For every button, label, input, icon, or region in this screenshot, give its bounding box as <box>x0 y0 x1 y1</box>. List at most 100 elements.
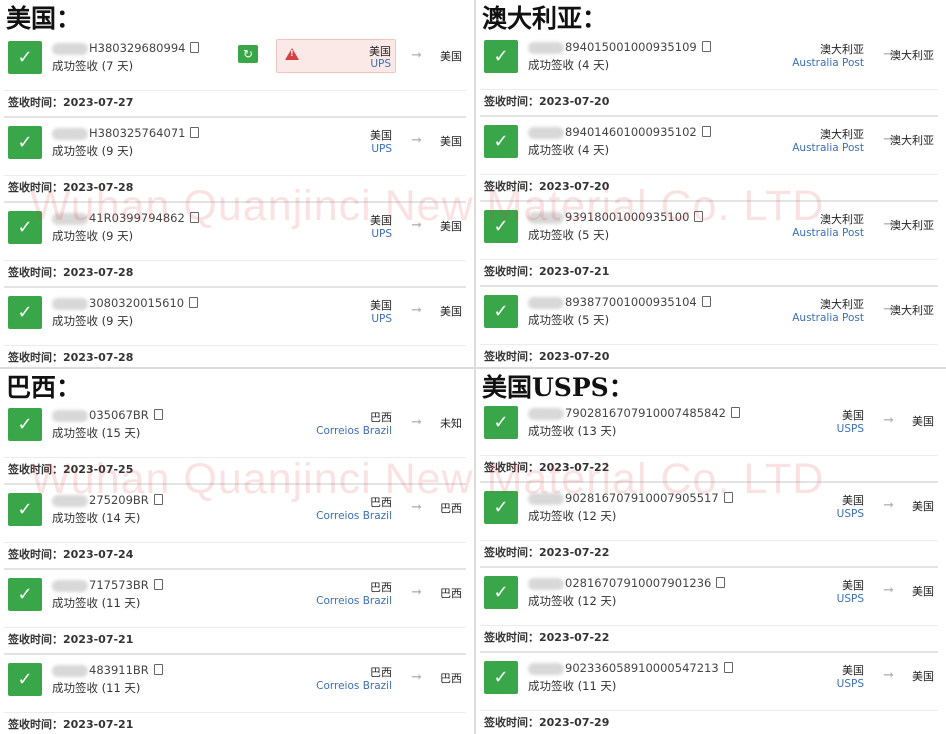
shipment-card[interactable]: ✓ 894014601000935102 成功签收 (4 天) 澳大利亚 Aus… <box>480 121 938 202</box>
carrier-link[interactable]: USPS <box>837 508 864 520</box>
shipment-card[interactable]: ✓ 902816707910007905517 成功签收 (12 天) 美国 U… <box>480 487 938 568</box>
card-divider <box>4 627 466 628</box>
destination-country: 美国 <box>440 50 462 63</box>
shipment-card[interactable]: ✓ 7902816707910007485842 成功签收 (13 天) 美国 … <box>480 402 938 483</box>
carrier-link[interactable]: UPS <box>371 143 392 155</box>
date-label: 签收时间： <box>484 716 539 729</box>
check-icon: ✓ <box>8 126 42 159</box>
delivery-date: 签收时间：2023-07-20 <box>484 178 609 194</box>
copy-icon[interactable] <box>723 662 733 673</box>
redacted-prefix <box>528 662 564 675</box>
copy-icon[interactable] <box>153 664 163 675</box>
carrier-link[interactable]: Australia Post <box>792 312 864 324</box>
carrier-link[interactable]: Correios Brazil <box>316 510 392 522</box>
copy-icon[interactable] <box>189 297 199 308</box>
origin-country: 澳大利亚 <box>820 128 864 141</box>
shipment-card[interactable]: ✓ H380329680994 成功签收 (7 天) ↻ ! 美国 UPS ➞ … <box>4 37 466 118</box>
copy-icon[interactable] <box>153 494 163 505</box>
copy-icon[interactable] <box>190 42 200 53</box>
carrier-link[interactable]: UPS <box>370 58 391 70</box>
carrier-link[interactable]: UPS <box>371 228 392 240</box>
carrier-link[interactable]: Australia Post <box>792 142 864 154</box>
redacted-prefix <box>52 664 88 677</box>
copy-icon[interactable] <box>694 211 704 222</box>
shipment-card[interactable]: ✓ 02816707910007901236 成功签收 (12 天) 美国 US… <box>480 572 938 653</box>
shipment-card[interactable]: ✓ 3080320015610 成功签收 (9 天) 美国 UPS ➞ 美国 签… <box>4 292 466 367</box>
check-icon: ✓ <box>8 296 42 329</box>
card-divider <box>4 542 466 543</box>
date-label: 签收时间： <box>8 548 63 561</box>
date-label: 签收时间： <box>484 546 539 559</box>
tracking-number: 902816707910007905517 <box>528 491 733 505</box>
tracking-number-text: 902336058910000547213 <box>565 661 719 675</box>
tracking-number-text: 035067BR <box>89 408 149 422</box>
copy-icon[interactable] <box>730 407 740 418</box>
shipment-card[interactable]: ✓ 893877001000935104 成功签收 (5 天) 澳大利亚 Aus… <box>480 291 938 367</box>
delivery-date: 签收时间：2023-07-20 <box>484 93 609 109</box>
destination-country: 澳大利亚 <box>890 49 934 62</box>
shipment-list: ✓ H380329680994 成功签收 (7 天) ↻ ! 美国 UPS ➞ … <box>4 37 466 367</box>
delivery-status: 成功签收 (12 天) <box>528 509 617 523</box>
tracking-number-text: 894015001000935109 <box>565 40 697 54</box>
copy-icon[interactable] <box>189 212 199 223</box>
copy-icon[interactable] <box>153 579 163 590</box>
card-divider <box>480 89 938 90</box>
copy-icon[interactable] <box>153 409 163 420</box>
carrier-link[interactable]: Correios Brazil <box>316 595 392 607</box>
carrier-link[interactable]: USPS <box>837 423 864 435</box>
date-label: 签收时间： <box>8 96 63 109</box>
redacted-prefix <box>528 577 564 590</box>
redacted-prefix <box>52 579 88 592</box>
card-divider <box>480 174 938 175</box>
shipment-card[interactable]: ✓ 93918001000935100 成功签收 (5 天) 澳大利亚 Aust… <box>480 206 938 287</box>
redacted-prefix <box>528 41 564 54</box>
copy-icon[interactable] <box>723 492 733 503</box>
destination-country: 巴西 <box>440 587 462 600</box>
arrow-right-icon: ➞ <box>883 413 894 428</box>
check-icon: ✓ <box>8 578 42 611</box>
copy-icon[interactable] <box>190 127 200 138</box>
card-divider <box>480 625 938 626</box>
card-divider <box>4 260 466 261</box>
shipment-card[interactable]: ✓ 894015001000935109 成功签收 (4 天) 澳大利亚 Aus… <box>480 36 938 117</box>
shipment-card[interactable]: ✓ 717573BR 成功签收 (11 天) 巴西 Correios Brazi… <box>4 574 466 655</box>
arrow-right-icon: ➞ <box>411 133 422 148</box>
destination-country: 美国 <box>440 305 462 318</box>
delivery-status: 成功签收 (9 天) <box>52 144 134 158</box>
date-value: 2023-07-21 <box>63 718 134 731</box>
shipment-list: ✓ 035067BR 成功签收 (15 天) 巴西 Correios Brazi… <box>4 404 466 734</box>
card-divider <box>4 457 466 458</box>
shipment-card[interactable]: ✓ H380325764071 成功签收 (9 天) 美国 UPS ➞ 美国 签… <box>4 122 466 203</box>
tracking-number-text: 7902816707910007485842 <box>565 406 726 420</box>
destination-country: 美国 <box>440 135 462 148</box>
carrier-link[interactable]: Correios Brazil <box>316 680 392 692</box>
copy-icon[interactable] <box>701 296 711 307</box>
carrier-link[interactable]: Correios Brazil <box>316 425 392 437</box>
carrier-link[interactable]: Australia Post <box>792 227 864 239</box>
date-value: 2023-07-20 <box>539 95 610 108</box>
sync-icon[interactable]: ↻ <box>238 45 258 63</box>
section-heading: 巴西： <box>6 373 82 402</box>
card-divider <box>4 90 466 91</box>
date-label: 签收时间： <box>484 265 539 278</box>
shipment-list: ✓ 894015001000935109 成功签收 (4 天) 澳大利亚 Aus… <box>480 36 938 367</box>
redacted-prefix <box>528 211 564 224</box>
carrier-link[interactable]: Australia Post <box>792 57 864 69</box>
shipment-card[interactable]: ✓ 035067BR 成功签收 (15 天) 巴西 Correios Brazi… <box>4 404 466 485</box>
tracking-number-text: 02816707910007901236 <box>565 576 712 590</box>
tracking-number-text: H380325764071 <box>89 126 186 140</box>
shipment-card[interactable]: ✓ 41R0399794862 成功签收 (9 天) 美国 UPS ➞ 美国 签… <box>4 207 466 288</box>
tracking-number-text: 93918001000935100 <box>565 210 690 224</box>
redacted-prefix <box>528 407 564 420</box>
shipment-card[interactable]: ✓ 483911BR 成功签收 (11 天) 巴西 Correios Brazi… <box>4 659 466 734</box>
shipment-card[interactable]: ✓ 902336058910000547213 成功签收 (11 天) 美国 U… <box>480 657 938 734</box>
shipment-card[interactable]: ✓ 275209BR 成功签收 (14 天) 巴西 Correios Brazi… <box>4 489 466 570</box>
copy-icon[interactable] <box>701 126 711 137</box>
copy-icon[interactable] <box>701 41 711 52</box>
carrier-link[interactable]: USPS <box>837 678 864 690</box>
carrier-link[interactable]: USPS <box>837 593 864 605</box>
copy-icon[interactable] <box>716 577 726 588</box>
carrier-link[interactable]: UPS <box>371 313 392 325</box>
destination-country: 美国 <box>912 670 934 683</box>
date-value: 2023-07-22 <box>539 546 610 559</box>
